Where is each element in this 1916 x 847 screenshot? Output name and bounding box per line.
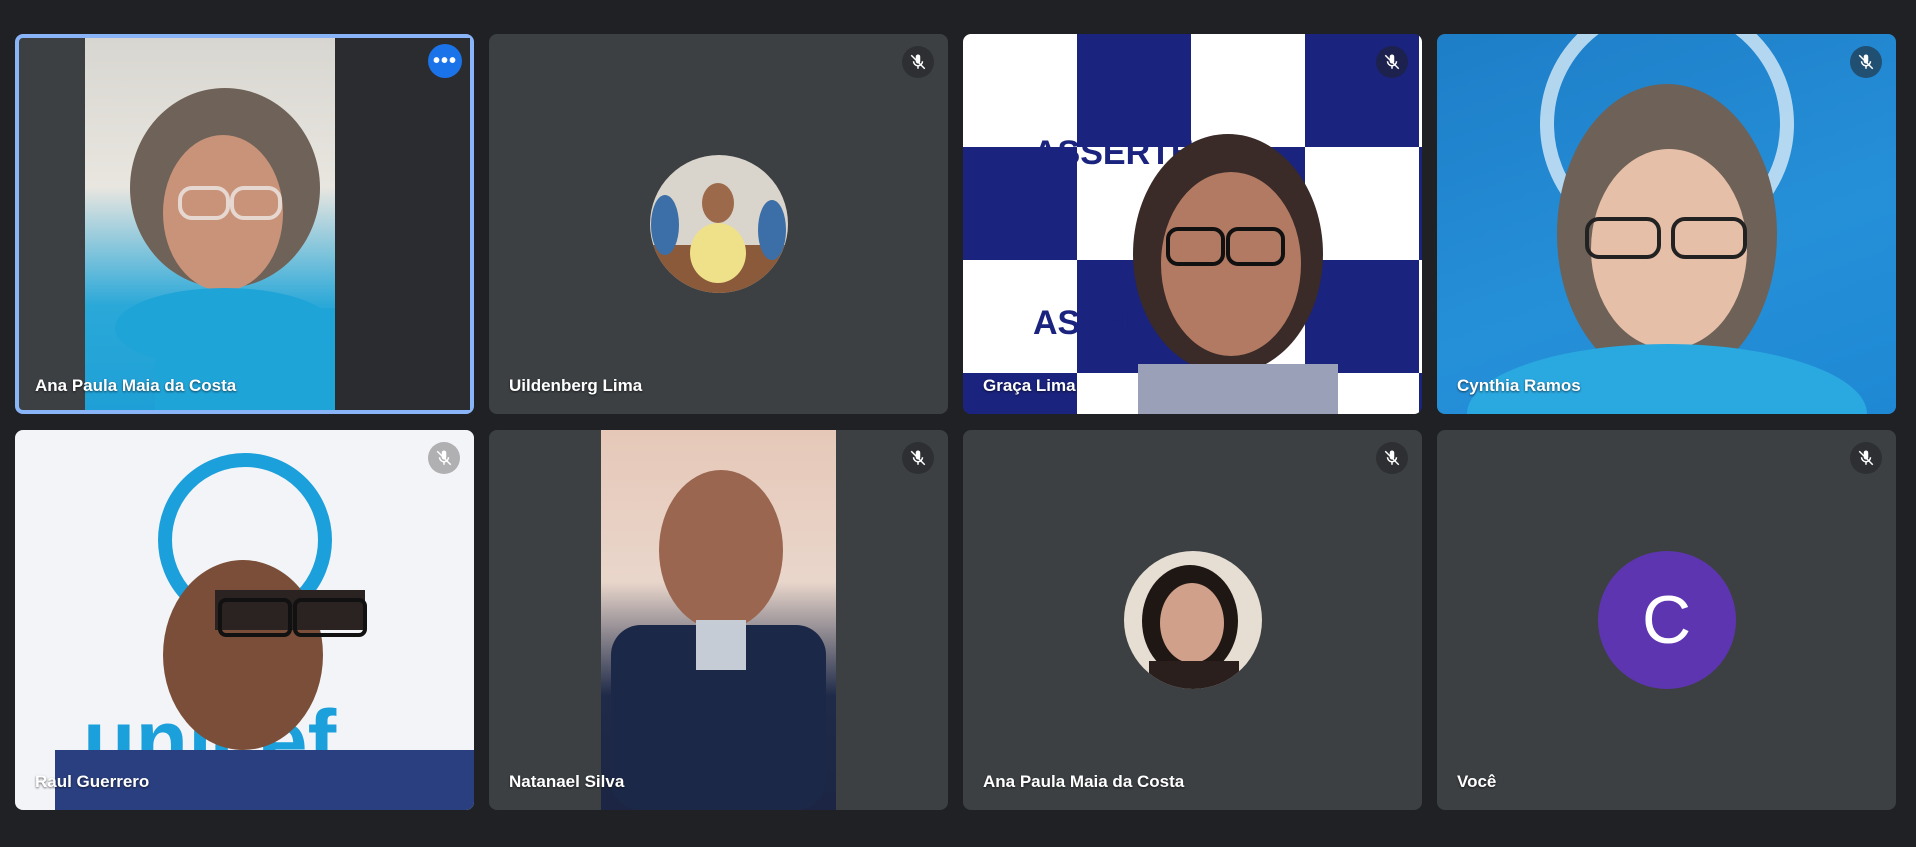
participant-name: Ana Paula Maia da Costa	[983, 772, 1185, 791]
participant-grid: ••• Ana Paula Maia da Costa Uildenberg L…	[15, 34, 1898, 814]
participant-tile-ana-paula-avatar[interactable]: Ana Paula Maia da Costa	[963, 430, 1422, 810]
participant-tile-ana-paula-video[interactable]: ••• Ana Paula Maia da Costa	[15, 34, 474, 414]
participant-name: Você	[1457, 772, 1497, 791]
participant-name: Graça Lima	[983, 376, 1076, 395]
more-options-icon: •••	[432, 49, 457, 72]
mic-off-icon	[1376, 46, 1408, 78]
video-side-fill	[335, 38, 470, 410]
participant-tile-natanael[interactable]: Natanael Silva	[489, 430, 948, 810]
participant-name: Uildenberg Lima	[509, 376, 643, 395]
participant-name: Ana Paula Maia da Costa	[35, 376, 237, 395]
mic-off-icon	[1850, 46, 1882, 78]
participant-video-image	[115, 88, 350, 410]
participant-name: Natanael Silva	[509, 772, 625, 791]
avatar: C	[1597, 551, 1736, 689]
participant-tile-uildenberg[interactable]: Uildenberg Lima	[489, 34, 948, 414]
participant-video-image	[611, 470, 826, 810]
avatar	[1123, 551, 1262, 689]
mic-off-icon	[1376, 442, 1408, 474]
video-feed	[85, 38, 350, 410]
participant-video-image	[1467, 34, 1867, 414]
avatar	[649, 155, 788, 293]
mic-off-icon	[428, 442, 460, 474]
more-options-button[interactable]: •••	[428, 44, 462, 78]
video-feed: ASSERTE ASSERTE	[963, 34, 1422, 414]
participant-name: Raul Guerrero	[35, 772, 150, 791]
participant-name: Cynthia Ramos	[1457, 376, 1581, 395]
video-feed	[1437, 34, 1896, 414]
video-feed	[601, 430, 836, 810]
participant-tile-raul[interactable]: unicef Raul Guerrero	[15, 430, 474, 810]
participant-video-image: unicef	[55, 453, 474, 810]
participant-video-image: ASSERTE ASSERTE	[1033, 134, 1338, 414]
participant-tile-graca[interactable]: ASSERTE ASSERTE Graça Lima	[963, 34, 1422, 414]
video-feed: unicef	[15, 430, 474, 810]
participant-tile-voce[interactable]: C Você	[1437, 430, 1896, 810]
mic-off-icon	[902, 442, 934, 474]
mic-off-icon	[1850, 442, 1882, 474]
participant-tile-cynthia[interactable]: Cynthia Ramos	[1437, 34, 1896, 414]
mic-off-icon	[902, 46, 934, 78]
